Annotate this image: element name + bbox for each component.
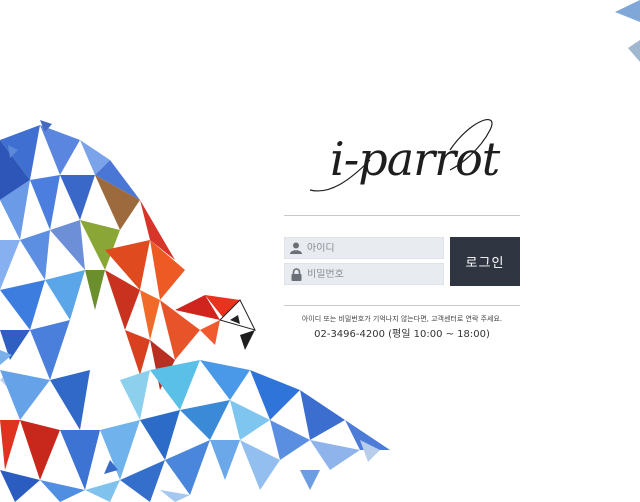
- support-phone: 02-3496-4200 (평일 10:00 ~ 18:00): [314, 329, 490, 340]
- logo-text: i-parrot: [330, 132, 500, 186]
- divider-bottom: [284, 305, 520, 306]
- id-field[interactable]: [284, 237, 444, 259]
- login-button[interactable]: 로그인: [450, 237, 520, 286]
- lock-icon: [285, 264, 307, 284]
- password-input[interactable]: [307, 268, 437, 280]
- help-message: 아이디 또는 비밀번호가 기억나지 않는다면, 고객센터로 연락 주세요.: [301, 315, 503, 323]
- password-field[interactable]: [284, 263, 444, 285]
- logo: i-parrot: [300, 110, 500, 200]
- id-input[interactable]: [307, 242, 437, 254]
- divider-top: [284, 215, 520, 216]
- user-icon: [285, 238, 307, 258]
